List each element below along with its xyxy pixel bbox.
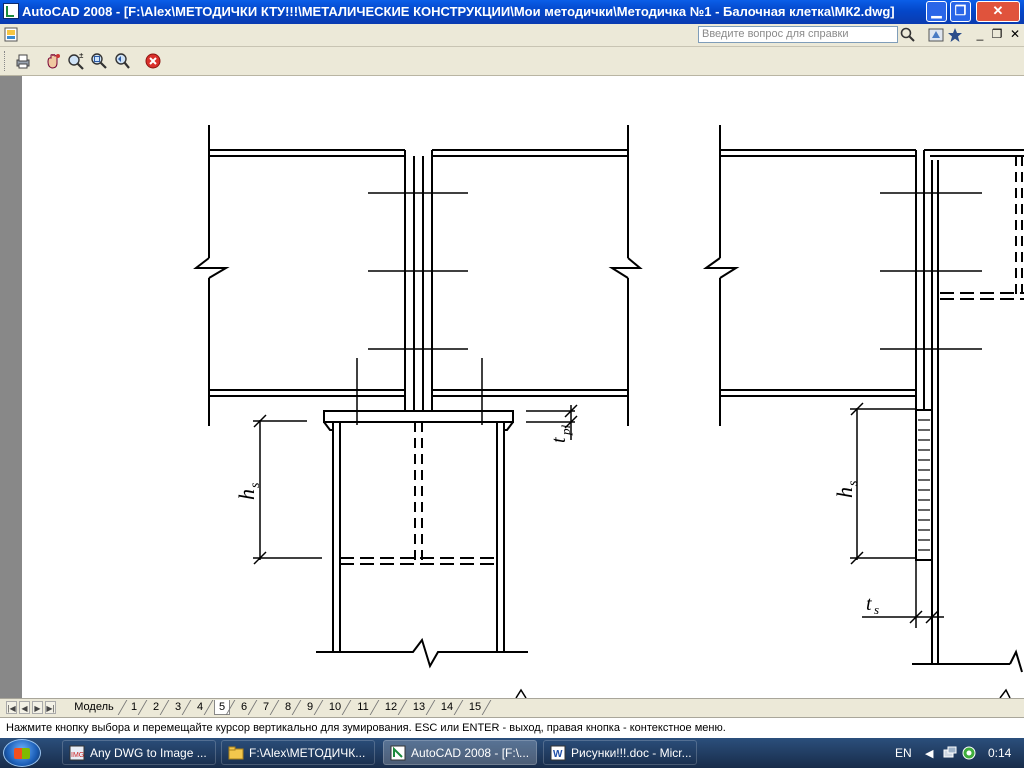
taskbar-item-word[interactable]: W Рисунки!!!.doc - Micr... — [543, 740, 697, 765]
start-button[interactable] — [3, 739, 41, 767]
image-converter-icon: IMG — [69, 745, 85, 761]
drawing-area-left-border — [0, 76, 22, 698]
minimize-button[interactable]: ▁ — [926, 1, 947, 22]
pan-icon[interactable] — [43, 51, 63, 71]
taskbar-item-explorer[interactable]: F:\Alex\МЕТОДИЧК... — [221, 740, 375, 765]
favorites-star-icon[interactable] — [946, 26, 964, 44]
zoom-realtime-icon[interactable]: ± — [66, 51, 86, 71]
tab-model[interactable]: Модель — [66, 700, 122, 715]
taskbar-item-label: Рисунки!!!.doc - Micr... — [571, 746, 692, 760]
language-indicator[interactable]: EN — [895, 746, 912, 760]
hs-right-label: h — [832, 487, 857, 498]
zoom-window-icon[interactable] — [89, 51, 109, 71]
document-icon[interactable] — [4, 27, 18, 42]
command-line[interactable]: Нажмите кнопку выбора и перемещайте курс… — [0, 717, 1024, 739]
help-search-input[interactable]: Введите вопрос для справки — [698, 26, 898, 43]
windows-taskbar: IMG Any DWG to Image ... F:\Alex\МЕТОДИЧК… — [0, 738, 1024, 768]
previous-tab-button[interactable]: ◀ — [19, 701, 30, 714]
taskbar-item-label: Any DWG to Image ... — [90, 746, 207, 760]
toolbar-grip[interactable] — [4, 51, 8, 71]
layout-tab-bar: |◀ ◀ ▶ ▶| Модель 1 2 3 4 5 6 7 8 9 10 11 12 13 14 15 — [0, 698, 1024, 717]
view-toolbar: ± — [0, 47, 1024, 76]
last-tab-button[interactable]: ▶| — [45, 701, 56, 714]
ts-subscript: s — [874, 602, 879, 617]
command-prompt-text: Нажмите кнопку выбора и перемещайте курс… — [6, 722, 726, 734]
restore-button[interactable]: ❐ — [950, 1, 971, 22]
svg-text:W: W — [553, 749, 563, 760]
hs-left-label: h — [234, 489, 259, 500]
tpl-label: t — [548, 437, 570, 443]
mdi-close-button[interactable]: ✕ — [1007, 26, 1023, 42]
tpl-subscript: pl — [558, 425, 573, 437]
autocad-app-icon[interactable] — [3, 3, 19, 19]
mdi-minimize-button[interactable]: _ — [972, 26, 988, 42]
taskbar-item-any-dwg[interactable]: IMG Any DWG to Image ... — [62, 740, 216, 765]
drawing-canvas[interactable]: h s t pl h s t s — [22, 76, 1024, 698]
svg-text:IMG: IMG — [71, 752, 84, 759]
network-tray-icon[interactable] — [942, 745, 958, 761]
svg-text:±: ± — [79, 52, 84, 60]
title-bar: AutoCAD 2008 - [F:\Alex\МЕТОДИЧКИ КТУ!!!… — [0, 0, 1024, 24]
mdi-restore-button[interactable]: ❐ — [989, 26, 1005, 42]
first-tab-button[interactable]: |◀ — [6, 701, 17, 714]
close-button[interactable]: ✕ — [976, 1, 1020, 22]
communication-center-icon[interactable] — [927, 26, 945, 44]
window-title: AutoCAD 2008 - [F:\Alex\МЕТОДИЧКИ КТУ!!!… — [22, 4, 895, 19]
cad-drawing: h s t pl h s t s — [193, 125, 1024, 698]
print-icon[interactable] — [13, 51, 33, 71]
menu-bar: Введите вопрос для справки _ ❐ ✕ — [0, 24, 1024, 47]
word-document-icon: W — [550, 745, 566, 761]
clock[interactable]: 0:14 — [988, 746, 1011, 760]
search-icon[interactable] — [899, 26, 917, 44]
zoom-previous-icon[interactable] — [112, 51, 132, 71]
status-tray-icon[interactable] — [961, 745, 977, 761]
ts-label: t — [866, 593, 872, 615]
hs-left-subscript: s — [248, 482, 263, 488]
next-tab-button[interactable]: ▶ — [32, 701, 43, 714]
close-view-icon[interactable] — [143, 51, 163, 71]
folder-icon — [228, 746, 244, 760]
taskbar-item-autocad[interactable]: AutoCAD 2008 - [F:\... — [383, 740, 537, 765]
autocad-icon — [390, 745, 406, 761]
hs-right-subscript: s — [846, 480, 861, 486]
taskbar-item-label: AutoCAD 2008 - [F:\... — [411, 746, 530, 760]
tray-expand-icon[interactable]: ◀ — [925, 747, 933, 760]
taskbar-item-label: F:\Alex\МЕТОДИЧК... — [249, 746, 366, 760]
